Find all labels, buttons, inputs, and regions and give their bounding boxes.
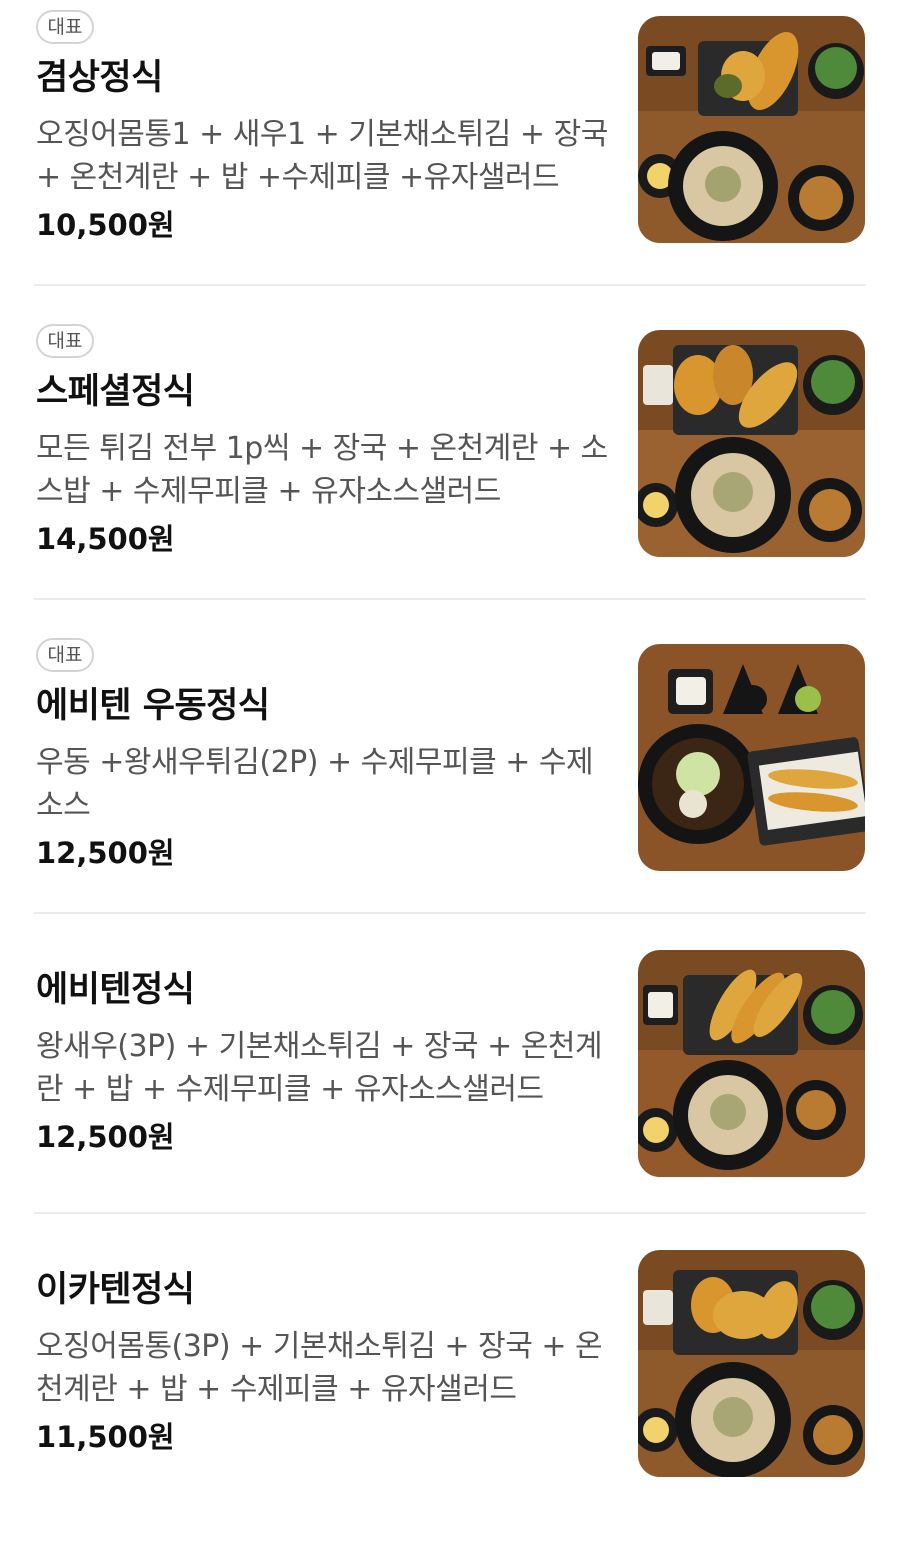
- menu-item-photo[interactable]: [638, 1250, 865, 1477]
- tempura-set-photo: [638, 330, 865, 557]
- menu-item-price: 12,500원: [36, 836, 175, 870]
- menu-item-description: 오징어몸통(3P) + 기본채소튀김 + 장국 + 온천계란 + 밥 + 수제피…: [36, 1329, 603, 1407]
- menu-item-price: 14,500원: [36, 522, 175, 556]
- menu-item-name: 이카텐정식: [36, 1270, 195, 1310]
- menu-item-name: 에비텐 우동정식: [36, 686, 270, 726]
- representative-badge: 대표: [36, 638, 94, 672]
- tempura-set-photo: [638, 16, 865, 243]
- menu-item-price: 11,500원: [36, 1420, 175, 1454]
- divider: [34, 598, 866, 600]
- udon-set-photo: [638, 644, 865, 871]
- divider: [34, 912, 866, 914]
- representative-badge: 대표: [36, 324, 94, 358]
- menu-item-description: 오징어몸통1 + 새우1 + 기본채소튀김 + 장국 + 온천계란 + 밥 +수…: [36, 117, 608, 195]
- menu-item-text: 대표 스페셜정식 모든 튀김 전부 1p씩 + 장국 + 온천계란 + 소스밥 …: [36, 314, 611, 614]
- menu-item-name: 겸상정식: [36, 58, 163, 98]
- tempura-set-photo: [638, 950, 865, 1177]
- menu-item-text: 에비텐정식 왕새우(3P) + 기본채소튀김 + 장국 + 온천계란 + 밥 +…: [36, 942, 611, 1242]
- menu-item-name: 에비텐정식: [36, 970, 195, 1010]
- tempura-set-photo: [638, 1250, 865, 1477]
- menu-item[interactable]: 대표 에비텐 우동정식 우동 +왕새우튀김(2P) + 수제무피클 + 수제소스…: [0, 628, 900, 928]
- menu-list: 대표 겸상정식 오징어몸통1 + 새우1 + 기본채소튀김 + 장국 + 온천계…: [0, 0, 900, 1511]
- menu-item-name: 스페셜정식: [36, 372, 195, 412]
- menu-item-text: 이카텐정식 오징어몸통(3P) + 기본채소튀김 + 장국 + 온천계란 + 밥…: [36, 1242, 611, 1542]
- menu-item-text: 대표 에비텐 우동정식 우동 +왕새우튀김(2P) + 수제무피클 + 수제소스…: [36, 628, 611, 928]
- divider: [34, 1212, 866, 1214]
- menu-item[interactable]: 대표 스페셜정식 모든 튀김 전부 1p씩 + 장국 + 온천계란 + 소스밥 …: [0, 314, 900, 614]
- menu-item-description: 왕새우(3P) + 기본채소튀김 + 장국 + 온천계란 + 밥 + 수제무피클…: [36, 1029, 603, 1107]
- menu-item[interactable]: 이카텐정식 오징어몸통(3P) + 기본채소튀김 + 장국 + 온천계란 + 밥…: [0, 1242, 900, 1542]
- menu-item-description: 우동 +왕새우튀김(2P) + 수제무피클 + 수제소스: [36, 745, 594, 823]
- menu-item[interactable]: 대표 겸상정식 오징어몸통1 + 새우1 + 기본채소튀김 + 장국 + 온천계…: [0, 0, 900, 300]
- menu-item-price: 10,500원: [36, 208, 175, 242]
- menu-item-photo[interactable]: [638, 330, 865, 557]
- menu-item-text: 대표 겸상정식 오징어몸통1 + 새우1 + 기본채소튀김 + 장국 + 온천계…: [36, 0, 611, 300]
- menu-item-photo[interactable]: [638, 16, 865, 243]
- menu-item[interactable]: 에비텐정식 왕새우(3P) + 기본채소튀김 + 장국 + 온천계란 + 밥 +…: [0, 942, 900, 1242]
- menu-item-description: 모든 튀김 전부 1p씩 + 장국 + 온천계란 + 소스밥 + 수제무피클 +…: [36, 431, 608, 509]
- menu-item-photo[interactable]: [638, 644, 865, 871]
- divider: [34, 284, 866, 286]
- menu-item-photo[interactable]: [638, 950, 865, 1177]
- representative-badge: 대표: [36, 10, 94, 44]
- menu-item-price: 12,500원: [36, 1120, 175, 1154]
